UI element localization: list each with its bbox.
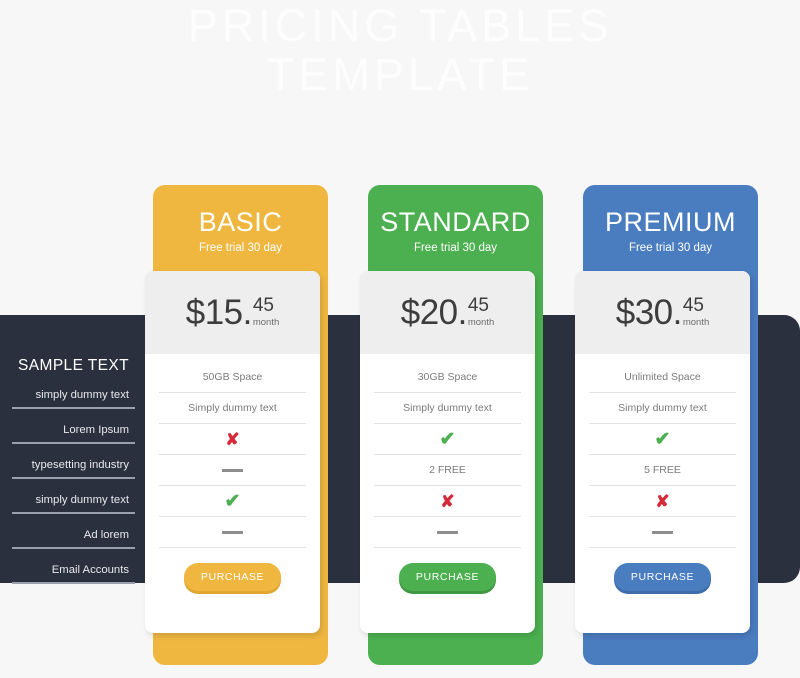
dash-icon [222,530,243,534]
price-period: month [682,317,710,328]
card-body: $15. 45 month 50GB Space Simply dummy text ✘ ✔… [145,271,320,633]
price-panel: $30. 45 month [575,271,750,354]
feature-label: 2 FREE [429,464,466,476]
sidebar-row-label: simply dummy text [35,389,129,401]
feature-row: 2 FREE [374,455,521,486]
feature-row [589,517,736,548]
feature-list: Unlimited Space Simply dummy text ✔ 5 FREE ✘ [575,354,750,548]
feature-sidebar: SAMPLE TEXT simply dummy text Lorem Ipsum… [0,315,147,584]
feature-row: ✘ [374,486,521,517]
price-amount: $20. [400,293,468,332]
sidebar-row-list: simply dummy text Lorem Ipsum typesetting … [12,385,135,584]
purchase-button[interactable]: PURCHASE [398,563,497,591]
feature-row [374,517,521,548]
sidebar-row: typesetting industry [12,455,135,479]
price-group: $15. 45 month [186,295,280,330]
purchase-button-wrap: PURCHASE [360,563,535,591]
price-group: $30. 45 month [616,295,710,330]
sidebar-row-label: Ad lorem [83,529,129,541]
feature-row [159,517,306,548]
feature-row: Simply dummy text [374,393,521,424]
purchase-button[interactable]: PURCHASE [613,563,712,591]
price-cents: 45 [467,295,489,316]
feature-label: Simply dummy text [188,402,277,414]
purchase-button-wrap: PURCHASE [575,563,750,591]
feature-row: ✔ [374,424,521,455]
card-subtitle: Free trial 30 day [628,242,713,254]
feature-row: ✘ [589,486,736,517]
card-subtitle: Free trial 30 day [198,242,283,254]
check-icon: ✔ [654,428,671,450]
price-amount: $15. [185,293,253,332]
check-icon: ✔ [439,428,456,450]
price-period: month [467,317,495,328]
feature-label: 5 FREE [644,464,681,476]
page-title-line-2: TEMPLATE [266,48,534,100]
cross-icon: ✘ [440,491,455,511]
sidebar-row-label: Lorem Ipsum [63,424,129,436]
card-body: $20. 45 month 30GB Space Simply dummy text ✔ 2… [360,271,535,633]
card-body: $30. 45 month Unlimited Space Simply dummy t… [575,271,750,633]
feature-row: Simply dummy text [159,393,306,424]
pricing-tables-page: PRICING TABLES TEMPLATE SAMPLE TEXT simp… [0,0,800,678]
price-amount: $30. [615,293,683,332]
cross-icon: ✘ [655,491,670,511]
sidebar-row: Ad lorem [12,525,135,549]
check-icon: ✔ [224,490,241,512]
feature-label: Unlimited Space [624,371,701,383]
feature-row: ✔ [159,486,306,517]
feature-label: Simply dummy text [618,402,707,414]
feature-label: 50GB Space [202,371,263,383]
card-header: BASIC Free trial 30 day [153,185,328,275]
card-title: PREMIUM [605,207,736,237]
feature-row: Unlimited Space [589,362,736,393]
feature-label: 30GB Space [417,371,478,383]
feature-row: 5 FREE [589,455,736,486]
page-title-line-1: PRICING TABLES [187,0,613,51]
sidebar-row-label: typesetting industry [31,459,129,471]
feature-row: ✘ [159,424,306,455]
dash-icon [437,530,458,534]
feature-list: 30GB Space Simply dummy text ✔ 2 FREE ✘ [360,354,535,548]
card-title: STANDARD [380,207,531,237]
card-subtitle: Free trial 30 day [413,242,498,254]
price-panel: $20. 45 month [360,271,535,354]
sidebar-heading: SAMPLE TEXT [18,357,129,374]
pricing-card-basic: BASIC Free trial 30 day $15. 45 month 50GB Sp… [145,185,328,665]
pricing-card-premium: PREMIUM Free trial 30 day $30. 45 month Unlim… [575,185,758,665]
feature-row: Simply dummy text [589,393,736,424]
purchase-button-wrap: PURCHASE [145,563,320,591]
feature-label: Simply dummy text [403,402,492,414]
price-group: $20. 45 month [401,295,495,330]
sidebar-row: simply dummy text [12,490,135,514]
price-suffix-group: 45 month [683,296,709,328]
price-suffix-group: 45 month [468,296,494,328]
card-header: PREMIUM Free trial 30 day [583,185,758,275]
price-cents: 45 [682,295,704,316]
dash-icon [652,530,673,534]
sidebar-row-label: Email Accounts [51,564,129,576]
sidebar-row: Email Accounts [12,560,135,584]
sidebar-row: simply dummy text [12,385,135,409]
dash-icon [222,468,243,472]
feature-list: 50GB Space Simply dummy text ✘ ✔ [145,354,320,548]
feature-row: ✔ [589,424,736,455]
feature-row: 50GB Space [159,362,306,393]
cross-icon: ✘ [225,429,240,449]
card-title: BASIC [198,207,283,237]
purchase-button[interactable]: PURCHASE [183,563,282,591]
price-cents: 45 [252,295,274,316]
price-period: month [252,317,280,328]
page-title: PRICING TABLES TEMPLATE [0,0,800,100]
feature-row: 30GB Space [374,362,521,393]
feature-row [159,455,306,486]
price-panel: $15. 45 month [145,271,320,354]
pricing-card-standard: STANDARD Free trial 30 day $20. 45 month 30GB… [360,185,543,665]
sidebar-row: Lorem Ipsum [12,420,135,444]
price-suffix-group: 45 month [253,296,279,328]
sidebar-row-label: simply dummy text [35,494,129,506]
card-header: STANDARD Free trial 30 day [368,185,543,275]
